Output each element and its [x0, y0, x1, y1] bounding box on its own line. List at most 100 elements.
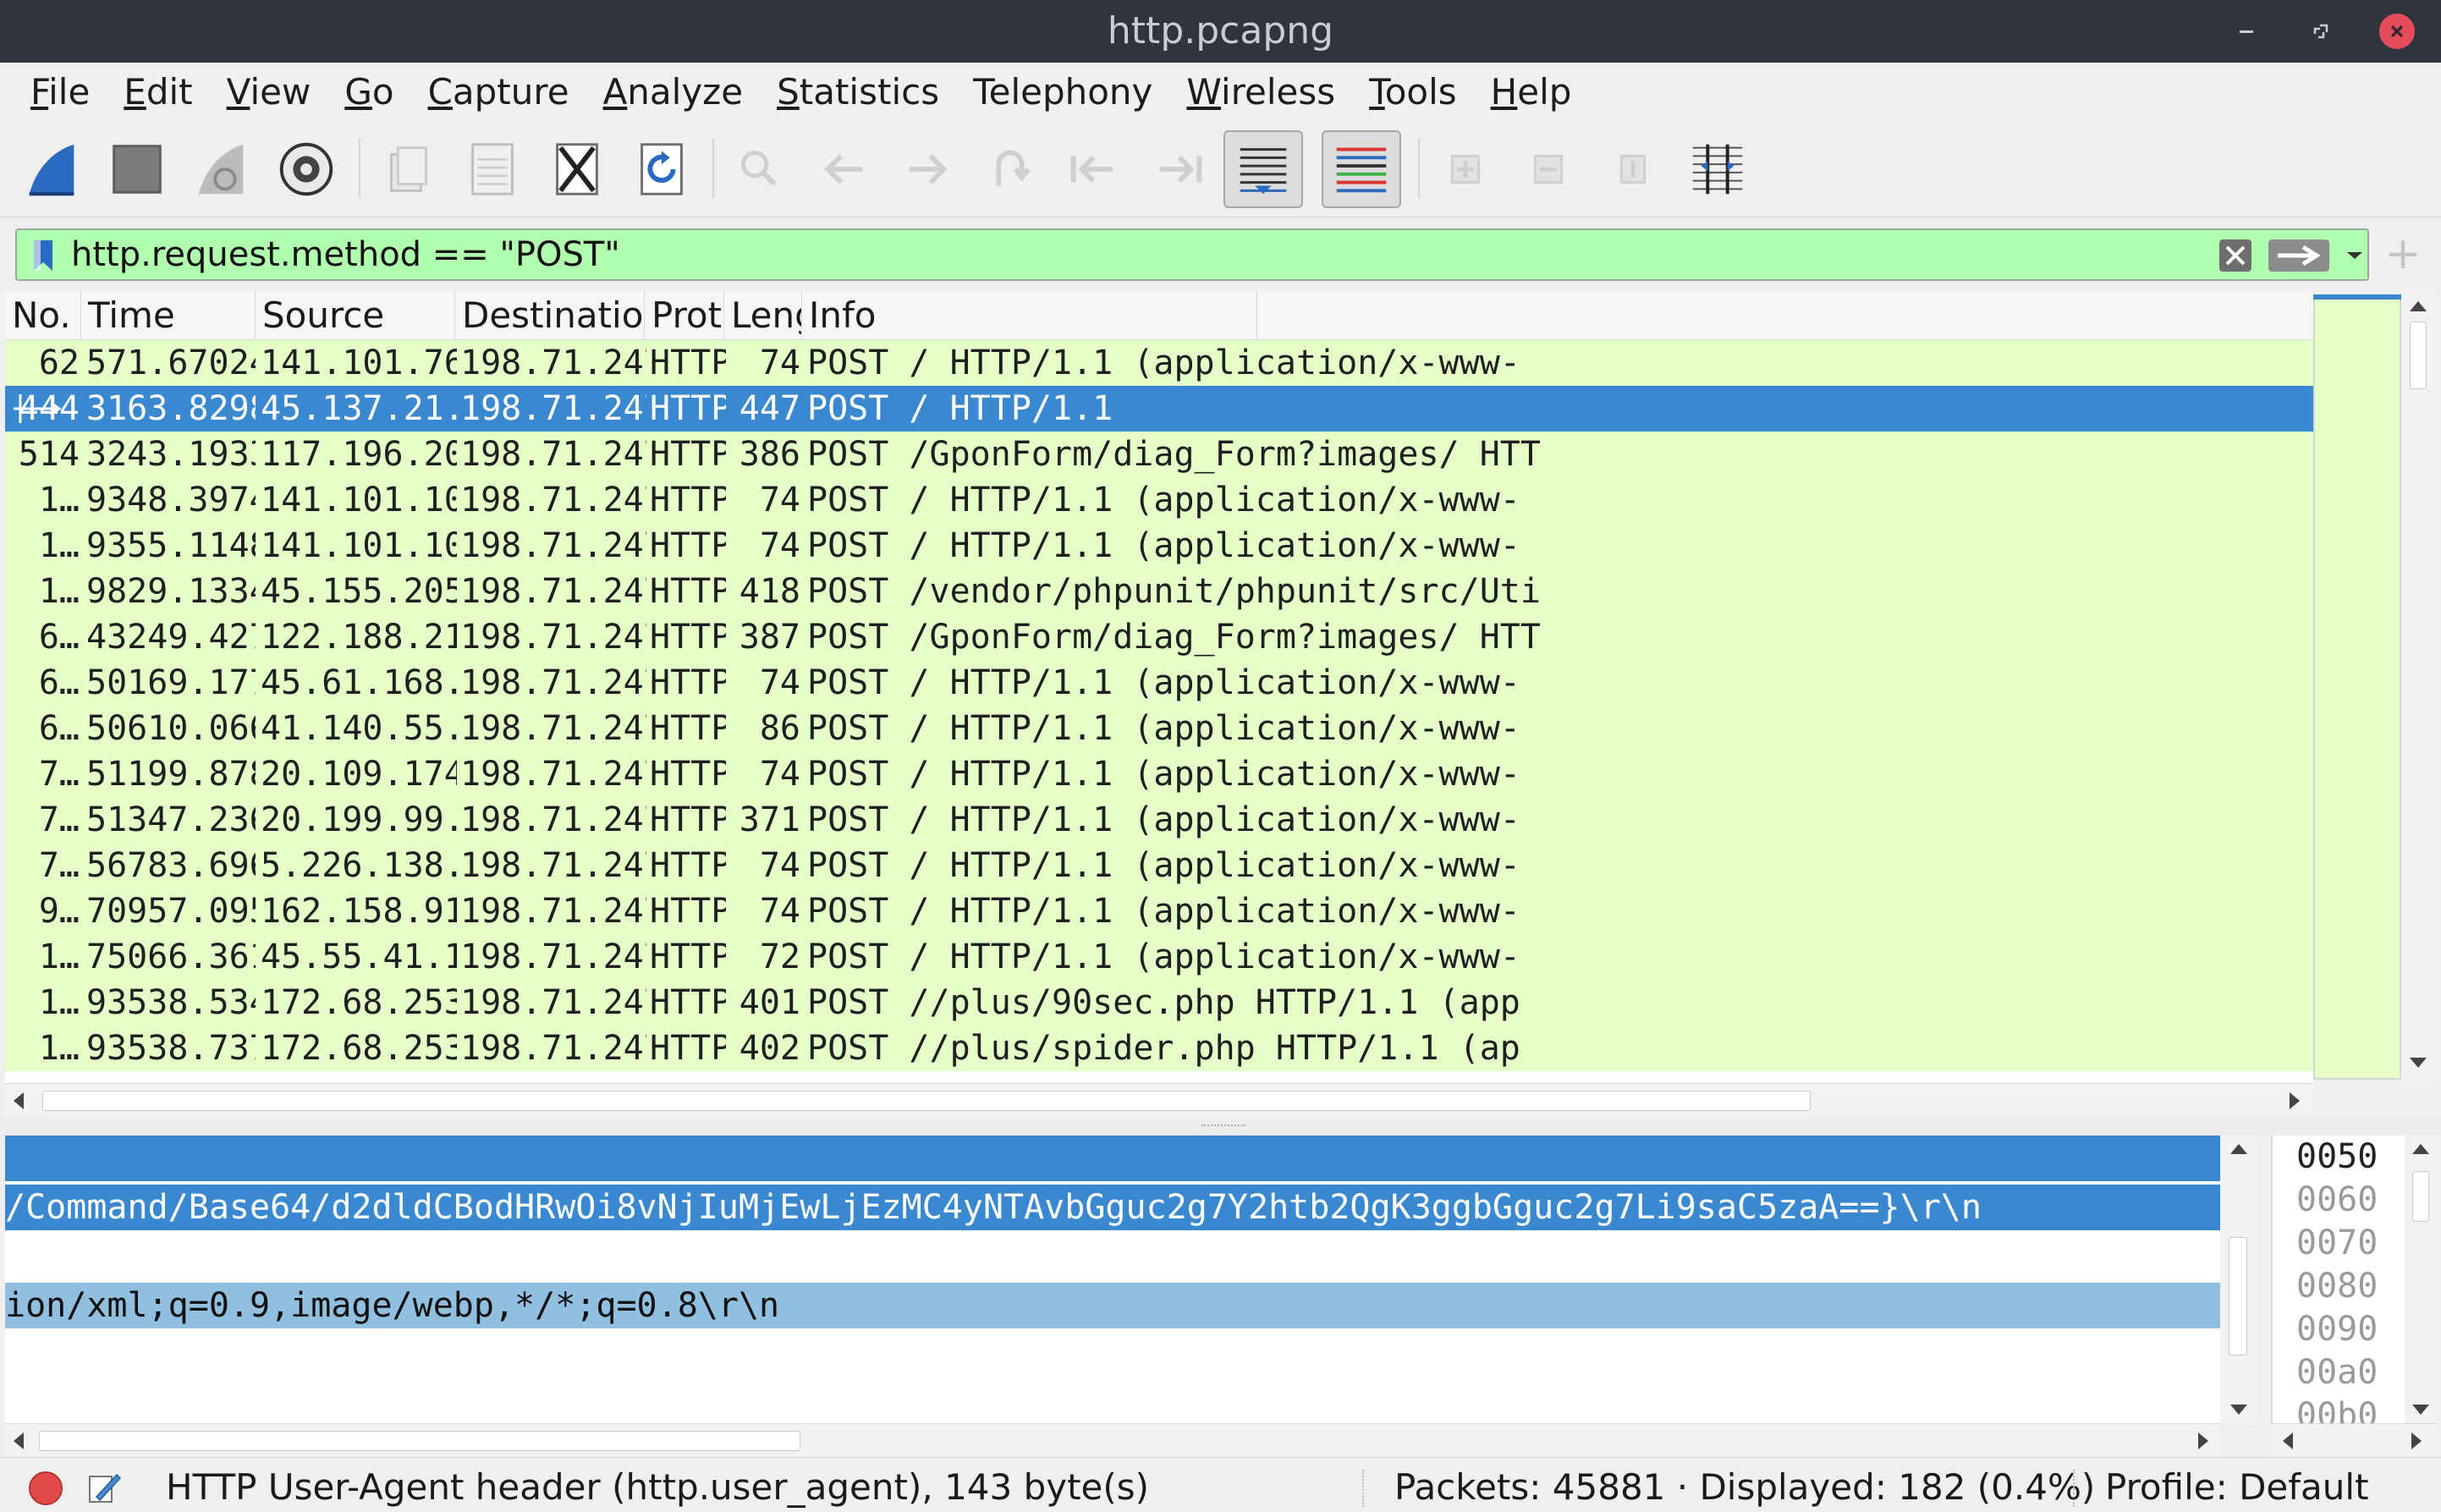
scrollbar-thumb[interactable]: [39, 1431, 800, 1451]
menu-tools[interactable]: Tools: [1352, 71, 1473, 113]
apply-filter-button[interactable]: [2268, 239, 2330, 272]
packet-row[interactable]: 6…50169.17719445.61.168.27198.71.247.91H…: [5, 660, 2313, 706]
scroll-left-icon[interactable]: [2283, 1432, 2293, 1449]
pane-splitter[interactable]: [0, 1117, 2441, 1135]
go-forward-button[interactable]: [888, 130, 966, 208]
filter-history-dropdown[interactable]: [2344, 242, 2366, 267]
column-header-length[interactable]: Length: [724, 291, 802, 340]
column-header-time[interactable]: Time: [81, 291, 256, 340]
detail-line[interactable]: [5, 1381, 2220, 1423]
bytes-horizontal-scrollbar[interactable]: [2271, 1423, 2437, 1457]
filter-bookmark-button[interactable]: [22, 234, 64, 278]
column-header-source[interactable]: Source: [256, 291, 455, 340]
colorize-button[interactable]: [1322, 130, 1401, 208]
packet-row[interactable]: 7…51199.87884720.109.174.232198.71.247.9…: [5, 751, 2313, 797]
first-packet-button[interactable]: [1056, 130, 1134, 208]
packet-row[interactable]: 9…70957.095811162.158.91.6198.71.247.91H…: [5, 888, 2313, 934]
menu-wireless[interactable]: Wireless: [1169, 71, 1352, 113]
menu-view[interactable]: View: [210, 71, 328, 113]
start-capture-button[interactable]: [14, 130, 91, 208]
scrollbar-thumb[interactable]: [2412, 1171, 2429, 1222]
menu-help[interactable]: Help: [1474, 71, 1589, 113]
detail-line[interactable]: /Command/Base64/d2dldCBodHRwOi8vNjIuMjEw…: [5, 1185, 2220, 1230]
go-back-button[interactable]: [805, 130, 883, 208]
menu-analyze[interactable]: Analyze: [586, 71, 761, 113]
scrollbar-thumb[interactable]: [2410, 322, 2427, 389]
zoom-out-button[interactable]: [1509, 130, 1587, 208]
stop-capture-button[interactable]: [98, 130, 176, 208]
column-header-destination[interactable]: Destination: [455, 291, 645, 340]
menu-go[interactable]: Go: [327, 71, 410, 113]
packet-row[interactable]: 6…50610.06687841.140.55.87198.71.247.91H…: [5, 706, 2313, 751]
splitter-grip[interactable]: [1201, 1124, 1245, 1128]
packet-row[interactable]: 6…43249.427849122.188.211.152198.71.247.…: [5, 614, 2313, 660]
last-packet-button[interactable]: [1139, 130, 1217, 208]
display-filter-bar[interactable]: http.request.method == "POST": [15, 228, 2369, 281]
menu-telephony[interactable]: Telephony: [956, 71, 1169, 113]
column-header-protoco[interactable]: Protoco: [645, 291, 724, 340]
packet-number: 7…: [38, 800, 80, 839]
auto-scroll-button[interactable]: [1223, 130, 1303, 208]
menu-file[interactable]: File: [14, 71, 107, 113]
packet-row[interactable]: 4443163.82985245.137.21.9198.71.247.91HT…: [5, 386, 2313, 432]
packet-list-vertical-scrollbar[interactable]: [2401, 291, 2435, 1083]
find-packet-button[interactable]: [721, 130, 799, 208]
go-to-packet-button[interactable]: [971, 130, 1049, 208]
scroll-up-icon[interactable]: [2410, 301, 2427, 311]
close-window-button[interactable]: [2378, 12, 2416, 51]
resize-columns-button[interactable]: [1679, 130, 1757, 208]
restart-capture-button[interactable]: [183, 130, 261, 208]
add-filter-button[interactable]: +: [2379, 228, 2427, 279]
details-horizontal-scrollbar[interactable]: [5, 1423, 2220, 1457]
zoom-in-button[interactable]: [1427, 130, 1504, 208]
capture-options-button[interactable]: [267, 130, 345, 208]
packet-minimap[interactable]: [2313, 294, 2401, 1080]
details-vertical-scrollbar[interactable]: [2220, 1135, 2257, 1423]
scroll-down-icon[interactable]: [2410, 1058, 2427, 1068]
scroll-up-icon[interactable]: [2412, 1144, 2429, 1154]
packet-row[interactable]: 1…9355.114890141.101.104.38198.71.247.91…: [5, 523, 2313, 569]
detail-line[interactable]: [5, 1135, 2220, 1181]
detail-line[interactable]: [5, 1234, 2220, 1279]
scroll-right-icon[interactable]: [2198, 1432, 2208, 1449]
packet-row[interactable]: 5143243.193340117.196.20.139198.71.247.9…: [5, 432, 2313, 477]
close-file-button[interactable]: [538, 130, 616, 208]
save-file-button[interactable]: [454, 130, 531, 208]
packet-row[interactable]: 7…51347.23644220.199.99.6198.71.247.91HT…: [5, 797, 2313, 843]
detail-line[interactable]: ion/xml;q=0.9,image/webp,*/*;q=0.8\r\n: [5, 1283, 2220, 1328]
packet-row[interactable]: 1…75066.36157945.55.41.159198.71.247.91H…: [5, 934, 2313, 980]
scroll-up-icon[interactable]: [2230, 1144, 2247, 1154]
packet-row[interactable]: 1…9829.13346945.155.205.233198.71.247.91…: [5, 569, 2313, 614]
reload-file-button[interactable]: [623, 130, 701, 208]
packet-row[interactable]: 1…93538.534136172.68.253.248198.71.247.9…: [5, 980, 2313, 1025]
detail-line[interactable]: [5, 1332, 2220, 1377]
bytes-vertical-scrollbar[interactable]: [2405, 1135, 2437, 1423]
packet-row[interactable]: 1…93538.737183172.68.253.248198.71.247.9…: [5, 1025, 2313, 1071]
normal-size-button[interactable]: [1594, 130, 1672, 208]
scroll-right-icon[interactable]: [2290, 1092, 2300, 1109]
column-header-info[interactable]: Info: [802, 291, 1257, 340]
scroll-left-icon[interactable]: [14, 1092, 24, 1109]
clear-filter-button[interactable]: [2217, 237, 2254, 274]
scroll-right-icon[interactable]: [2411, 1432, 2422, 1449]
menu-edit[interactable]: Edit: [107, 71, 209, 113]
scrollbar-thumb[interactable]: [2229, 1237, 2247, 1355]
maximize-button[interactable]: [2301, 12, 2340, 51]
scroll-left-icon[interactable]: [14, 1432, 24, 1449]
edit-comment-button[interactable]: [85, 1468, 124, 1507]
menu-statistics[interactable]: Statistics: [760, 71, 956, 113]
scroll-down-icon[interactable]: [2230, 1405, 2247, 1415]
expert-info-icon[interactable]: [29, 1471, 63, 1505]
open-file-button[interactable]: [369, 130, 447, 208]
scroll-down-icon[interactable]: [2412, 1405, 2429, 1415]
packet-row[interactable]: 7…56783.6967135.226.138.93198.71.247.91H…: [5, 843, 2313, 888]
display-filter-input[interactable]: http.request.method == "POST": [71, 230, 620, 279]
minimize-button[interactable]: [2227, 12, 2266, 51]
scrollbar-thumb[interactable]: [42, 1091, 1811, 1111]
packet-row[interactable]: 1…9348.397490141.101.105.93198.71.247.91…: [5, 477, 2313, 523]
menu-capture[interactable]: Capture: [411, 71, 586, 113]
packet-row[interactable]: 62571.670248141.101.76.61198.71.247.91HT…: [5, 340, 2313, 386]
column-header-no[interactable]: No.: [5, 291, 81, 340]
status-profile[interactable]: Profile: Default: [2105, 1458, 2369, 1512]
packet-list-horizontal-scrollbar[interactable]: [5, 1083, 2313, 1117]
